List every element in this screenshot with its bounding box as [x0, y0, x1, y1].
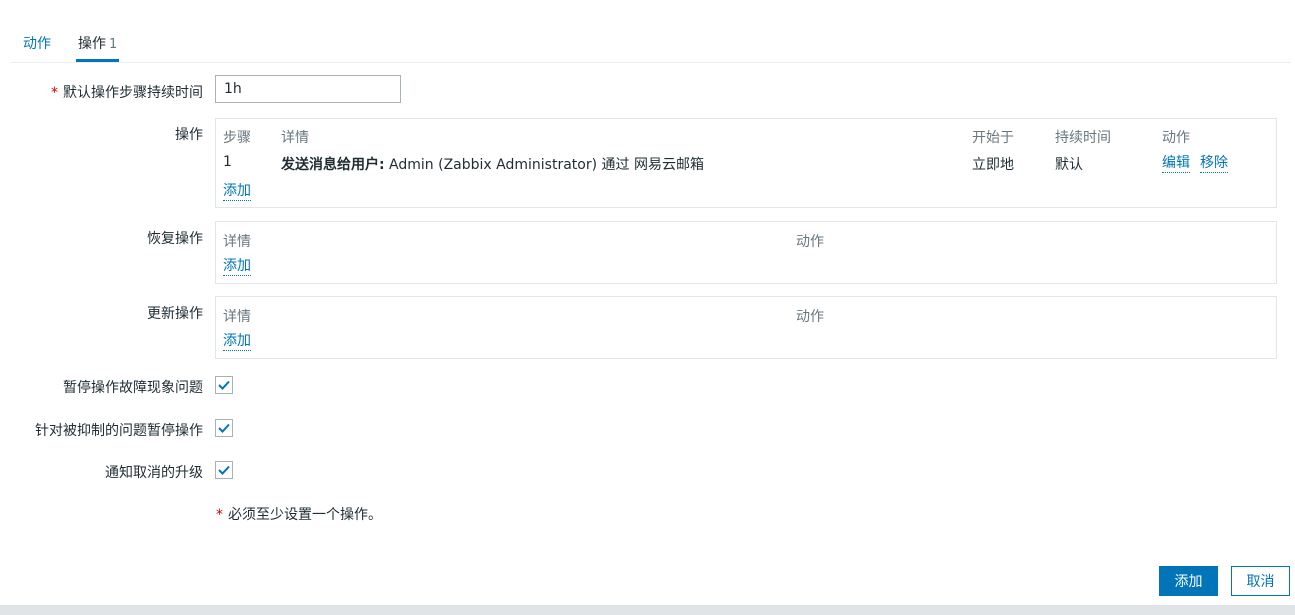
operations-table: 步骤 详情 开始于 持续时间 动作 1 发送消息给用户: Admin (Zabb… — [215, 118, 1277, 208]
operation-details: 发送消息给用户: Admin (Zabbix Administrator) 通过… — [281, 154, 704, 174]
operation-duration: 默认 — [1055, 157, 1083, 173]
operations-label: 操作 — [175, 127, 203, 143]
default-step-duration-label: * 默认操作步骤持续时间 — [51, 82, 203, 102]
tab-actions[interactable]: 动作 — [23, 34, 51, 62]
checkmark-icon — [218, 465, 230, 475]
recovery-operations-label: 恢复操作 — [147, 231, 203, 247]
operation-remove-link[interactable]: 移除 — [1200, 155, 1228, 173]
pause-suppressed-checkbox[interactable] — [215, 419, 233, 437]
required-mark: * — [51, 85, 58, 101]
update-header-action: 动作 — [796, 309, 824, 325]
operation-details-text: Admin (Zabbix Administrator) 通过 网易云邮箱 — [384, 157, 704, 173]
default-step-duration-text: 默认操作步骤持续时间 — [63, 85, 203, 101]
recovery-header-action: 动作 — [796, 234, 824, 250]
tab-operations-label: 操作 — [78, 36, 106, 52]
recovery-operations-table: 详情 动作 添加 — [215, 221, 1277, 284]
tab-bar: 动作 操作 1 — [10, 28, 1291, 63]
header-duration: 持续时间 — [1055, 130, 1111, 146]
update-header-details: 详情 — [223, 309, 251, 325]
update-operations-label: 更新操作 — [147, 306, 203, 322]
required-note: * 必须至少设置一个操作。 — [216, 504, 382, 524]
default-step-duration-input[interactable] — [215, 75, 401, 103]
header-step: 步骤 — [223, 130, 251, 146]
tab-operations[interactable]: 操作 1 — [76, 34, 120, 62]
checkmark-icon — [218, 423, 230, 433]
cancel-button[interactable]: 取消 — [1231, 566, 1290, 596]
add-button[interactable]: 添加 — [1159, 566, 1218, 596]
recovery-operations-add-link[interactable]: 添加 — [223, 258, 251, 276]
note-required-mark: * — [216, 507, 223, 523]
pause-suppressed-label: 针对被抑制的问题暂停操作 — [35, 423, 203, 439]
header-action: 动作 — [1162, 130, 1190, 146]
update-operations-table: 详情 动作 添加 — [215, 296, 1277, 359]
checkmark-icon — [218, 380, 230, 390]
notify-canceled-label: 通知取消的升级 — [105, 465, 203, 481]
operation-step: 1 — [223, 154, 232, 170]
operation-details-type: 发送消息给用户: — [281, 157, 385, 173]
header-start-in: 开始于 — [972, 130, 1014, 146]
operation-edit-link[interactable]: 编辑 — [1162, 155, 1190, 173]
pause-symptoms-label: 暂停操作故障现象问题 — [63, 380, 203, 396]
operations-add-link[interactable]: 添加 — [223, 183, 251, 201]
note-text: 必须至少设置一个操作。 — [228, 507, 382, 523]
recovery-header-details: 详情 — [223, 234, 251, 250]
header-details: 详情 — [281, 130, 309, 146]
bottom-scrollbar — [0, 605, 1295, 615]
update-operations-add-link[interactable]: 添加 — [223, 333, 251, 351]
tab-operations-count: 1 — [109, 37, 118, 52]
operation-start-in: 立即地 — [972, 157, 1014, 173]
pause-symptoms-checkbox[interactable] — [215, 376, 233, 394]
notify-canceled-checkbox[interactable] — [215, 461, 233, 479]
